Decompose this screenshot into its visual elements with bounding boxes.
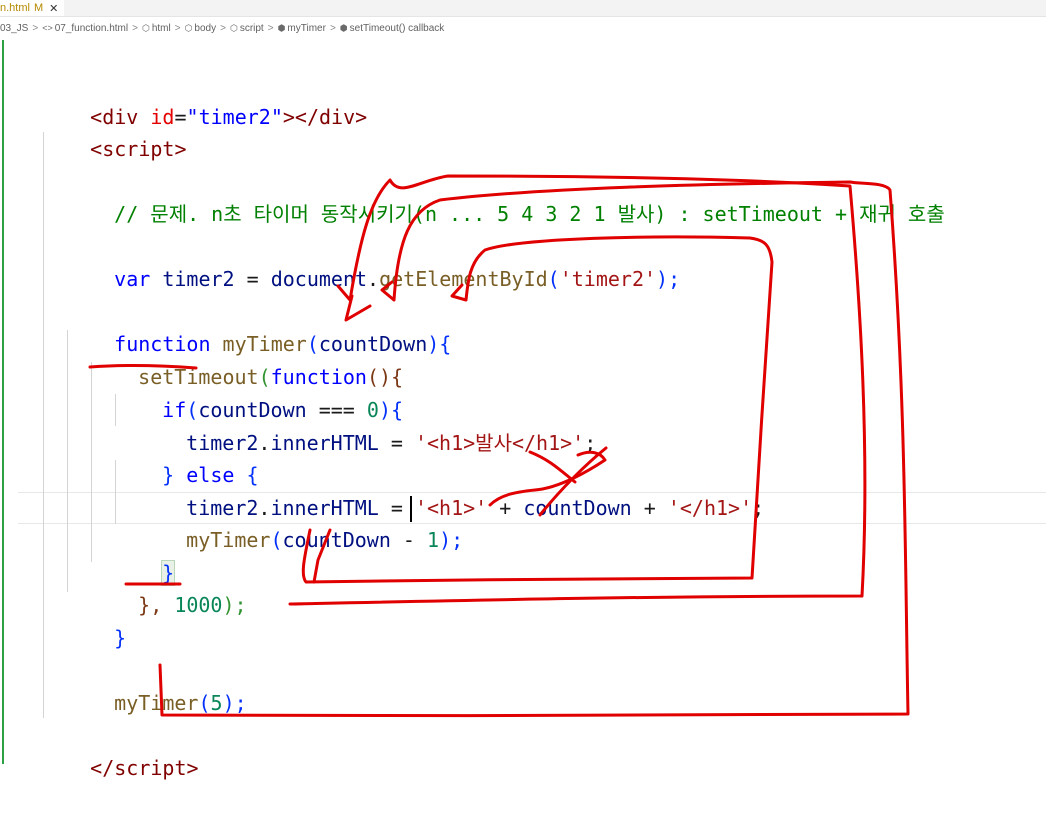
token: ></ [282,105,319,129]
breadcrumb-body[interactable]: ⬡ body [185,23,217,34]
token: }, [138,593,163,617]
tab-filename: n.html [0,2,30,14]
token: } [114,626,127,650]
token: . [258,431,271,455]
code-line: function myTimer(countDown){ [66,296,451,356]
token: ( [270,528,283,552]
breadcrumb-separator: > [220,22,226,34]
token: ){ [427,332,452,356]
token: > [186,756,199,780]
code-line: } [66,590,126,650]
element-icon: ⬡ [184,22,193,33]
code-line: // 문제. n초 타이머 동작시키기(n ... 5 4 3 2 1 발사) … [66,166,945,226]
token: </ [90,756,115,780]
token: var [114,267,151,291]
code-line: } [114,525,176,586]
breadcrumb-script[interactable]: ⬡ script [230,23,264,34]
modified-indicator: M [33,2,44,14]
token: document [270,267,368,291]
token: ); [656,267,681,291]
text-cursor [410,496,412,522]
breadcrumb-label: 07_function.html [54,22,129,34]
code-line: myTimer(countDown - 1); [138,492,463,552]
token: > [174,137,187,161]
breadcrumb-label: html [151,22,171,34]
code-line: <script> [42,101,186,161]
breadcrumb-separator: > [329,22,336,34]
token: ; [752,496,765,520]
token: myTimer [114,691,199,715]
token: 'timer2' [559,267,657,291]
breadcrumb-callback[interactable]: ⬢ setTimeout() callback [340,23,445,34]
element-icon: ⬡ [141,22,150,33]
breadcrumb-file[interactable]: <> 07_function.html [42,23,128,34]
token: div [318,105,356,129]
indent-guide [43,132,44,718]
modified-lines-gutter-bar [2,40,4,764]
token: '</h1>' [667,496,753,520]
code-line: }, 1000); [90,557,246,617]
token: countDown [523,496,632,520]
breadcrumb: 03_JS > <> 07_function.html > ⬡ html > ⬡… [0,20,1046,36]
element-icon: ⬡ [229,22,238,33]
function-icon: ⬢ [277,22,286,33]
token: = [378,431,415,455]
token: < [90,137,103,161]
token: 5 [210,691,223,715]
comment: // 문제. n초 타이머 동작시키기(n ... 5 4 3 2 1 발사) … [114,202,945,226]
code-line: timer2.innerHTML = '<h1>발사</h1>'; [138,395,596,455]
token: "timer2" [186,105,283,129]
code-line: if(countDown === 0){ [114,362,403,422]
code-line: setTimeout(function(){ [90,329,403,389]
token: > [355,105,368,129]
token: ( [198,691,211,715]
code-line: <div id="timer2"></div> [42,69,367,129]
breadcrumb-separator: > [32,22,39,34]
close-icon[interactable]: ✕ [49,2,58,15]
token: ); [222,593,247,617]
token: + [631,496,668,520]
token: script [102,137,175,161]
editor-tab-bar: n.html M ✕ [0,0,1046,17]
breadcrumb-mytimer[interactable]: ⬢ myTimer [278,23,326,34]
function-icon: ⬢ [339,22,348,33]
breadcrumb-label: 03_JS [0,22,29,34]
breadcrumb-html[interactable]: ⬡ html [142,23,171,34]
token: ; [584,431,597,455]
token: script [114,756,187,780]
code-line: myTimer(5); [66,655,246,715]
code-line: var timer2 = document.getElementById('ti… [66,231,680,291]
token: - [390,528,428,552]
token: countDown [282,528,391,552]
token: getElementById [379,267,548,291]
token: + [487,496,524,520]
tab-07-function-html[interactable]: n.html M ✕ [0,0,65,16]
breadcrumb-label: script [239,22,264,34]
breadcrumb-separator: > [132,22,138,34]
token: innerHTML [270,431,379,455]
token: ); [222,691,247,715]
breadcrumb-label: body [194,22,217,34]
token: 1 [427,528,440,552]
token: 1000 [174,593,223,617]
token: ( [547,267,560,291]
html-file-icon: <> [42,23,53,33]
token: . [367,267,380,291]
token: ); [439,528,464,552]
token: timer2 [162,267,235,291]
code-line: } else { [114,427,258,487]
token: = [234,267,271,291]
breadcrumb-separator: > [174,22,181,34]
token: '<h1>발사</h1>' [414,431,585,455]
code-line: timer2.innerHTML = '<h1>' + countDown + … [138,460,764,520]
breadcrumb-separator: > [267,22,274,34]
breadcrumb-folder[interactable]: 03_JS [0,23,28,34]
token: myTimer [186,528,271,552]
breadcrumb-label: setTimeout() callback [349,22,445,34]
breadcrumb-label: myTimer [287,22,326,34]
code-line: </script> [42,720,198,780]
